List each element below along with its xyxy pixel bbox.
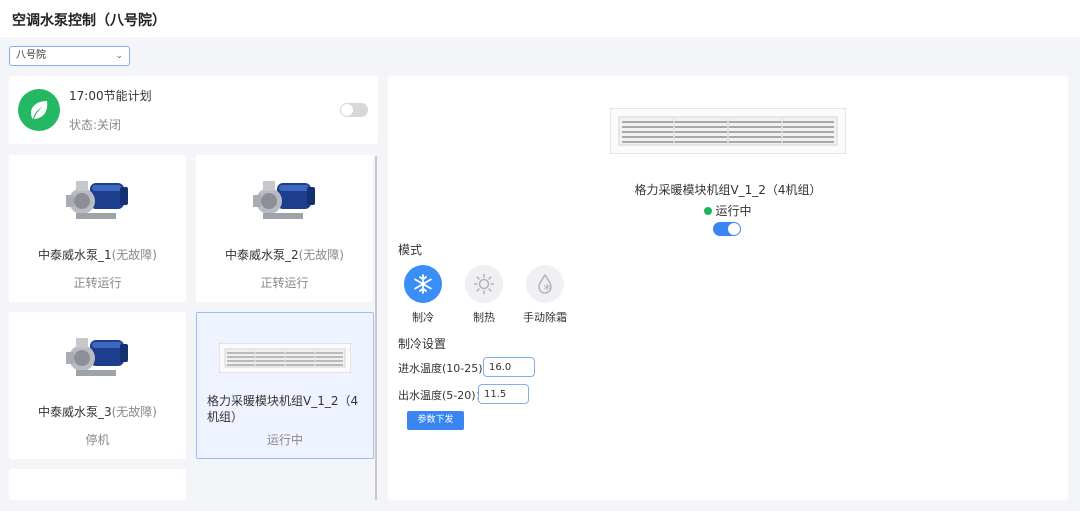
device-state: 正转运行 [73,276,122,290]
inlet-temp-label: 进水温度(10-25)： [398,362,494,375]
device-name: 中泰威水泵_3(无故障) [37,405,157,419]
chevron-down-icon: ⌄ [115,51,123,61]
energy-plan-card: 17:00节能计划 状态:关闭 [9,76,378,144]
mode-defrost-label: 手动除霜 [523,311,567,324]
mode-section-title: 模式 [398,243,423,257]
detail-status: 运行中 [388,202,1068,219]
power-toggle[interactable] [713,222,741,236]
device-state: 运行中 [266,433,303,447]
device-card-pump-1[interactable]: 中泰威水泵_1(无故障) 正转运行 [9,155,186,302]
device-name: 中泰威水泵_1(无故障) [37,248,157,262]
submit-params-button[interactable]: 参数下发 [407,411,464,430]
mode-cool-button[interactable] [404,265,442,303]
mode-heat-button[interactable] [465,265,503,303]
device-state: 正转运行 [260,276,309,290]
cool-settings-title: 制冷设置 [398,337,447,351]
detail-device-name: 格力采暖模块机组V_1_2（4机组） [634,183,822,197]
inlet-temp-input[interactable] [483,357,535,377]
plan-status: 状态:关闭 [69,118,122,132]
outlet-temp-label: 出水温度(5-20)： [398,389,487,402]
ac-unit-image [610,108,846,154]
leaf-icon [18,89,60,131]
device-state: 停机 [85,433,110,447]
defrost-drop-icon [538,273,552,294]
device-name: 中泰威水泵_2(无故障) [224,248,344,262]
page-title: 空调水泵控制（八号院） [12,13,166,29]
water-pump-icon [65,338,128,376]
header-bar: 空调水泵控制（八号院） [0,0,1080,37]
device-name: 格力采暖模块机组V_1_2（4机组） [207,394,359,424]
ac-unit-icon [219,343,351,373]
device-card-pump-2[interactable]: 中泰威水泵_2(无故障) 正转运行 [196,155,373,302]
plan-title: 17:00节能计划 [69,89,152,103]
campus-select-value: 八号院 [16,50,46,61]
mode-cool-label: 制冷 [412,311,434,324]
snowflake-icon [414,274,432,294]
device-card-pump-3[interactable]: 中泰威水泵_3(无故障) 停机 [9,312,186,459]
sun-icon [473,273,495,295]
mode-heat-label: 制热 [473,311,495,324]
device-card-partial[interactable] [9,469,186,500]
plan-toggle[interactable] [340,103,368,117]
campus-select[interactable]: 八号院 ⌄ [9,46,130,66]
status-dot [704,207,713,215]
water-pump-icon [65,181,128,219]
mode-defrost-button[interactable] [526,265,564,303]
device-list-scrollbar[interactable] [375,156,377,500]
device-detail-panel: 格力采暖模块机组V_1_2（4机组） 运行中 模式 制冷 制热 手动除霜 制冷设… [388,76,1068,500]
device-card-ac-unit[interactable]: 格力采暖模块机组V_1_2（4机组） 运行中 [196,312,374,459]
outlet-temp-input[interactable] [478,384,529,404]
water-pump-icon [252,181,315,219]
